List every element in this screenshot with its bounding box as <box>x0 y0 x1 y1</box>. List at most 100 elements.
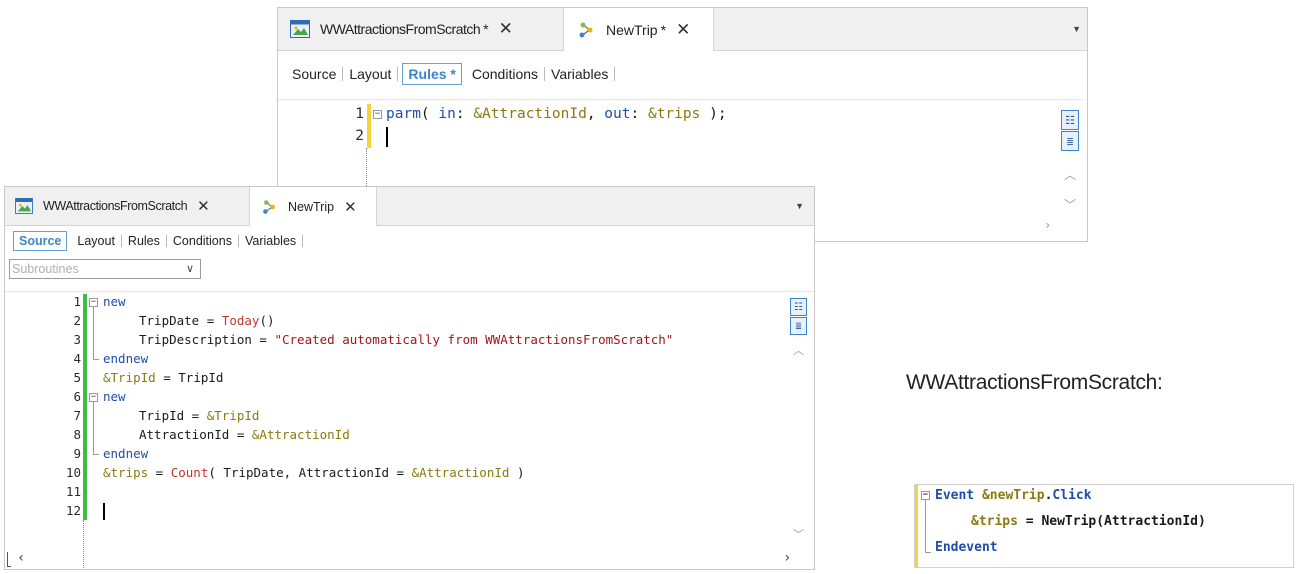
top-subtabs: Source Layout Rules * Conditions Variabl… <box>278 60 1087 88</box>
line-number: 11 <box>65 484 81 499</box>
scroll-down-icon[interactable]: ﹀ <box>793 526 804 542</box>
subtab-rules[interactable]: Rules * <box>402 63 462 85</box>
close-icon[interactable]: ✕ <box>499 19 513 39</box>
code-line-7: TripId = &TripId <box>139 408 260 423</box>
variable-trips: &trips <box>971 514 1018 529</box>
subtab-conditions[interactable]: Conditions <box>167 235 239 248</box>
subtab-source[interactable]: Source <box>13 230 68 252</box>
fold-end <box>925 552 931 553</box>
line-number: 8 <box>73 427 81 442</box>
resize-grip-base <box>7 566 11 567</box>
scroll-up-icon[interactable]: ︿ <box>1064 166 1076 183</box>
variable-attractionid: &AttractionId <box>473 106 587 122</box>
subroutines-placeholder: Subroutines <box>12 262 79 276</box>
variable-tripid: &TripId <box>103 370 156 385</box>
string-literal: "Created automatically from WWAttraction… <box>274 332 674 347</box>
bottom-vertical-scrollbar[interactable]: ☷ ≣ ︿ ﹀ <box>787 292 811 547</box>
subtab-layout[interactable]: Layout <box>343 67 399 81</box>
keyword-endnew: endnew <box>103 351 149 366</box>
web-panel-icon <box>290 20 310 38</box>
fold-toggle-icon[interactable]: − <box>89 298 98 307</box>
line-number: 6 <box>73 389 81 404</box>
variable-tripid: &TripId <box>206 408 260 423</box>
fold-toggle-icon[interactable]: − <box>373 110 382 119</box>
top-tab-strip: WWAttractionsFromScratch * ✕ NewTrip * ✕… <box>278 8 1087 51</box>
bottom-code-editor[interactable]: 1 2 3 4 5 6 7 8 9 10 11 12 − − new TripD… <box>5 291 814 569</box>
subtab-conditions[interactable]: Conditions <box>466 67 546 81</box>
keyword-parm: parm <box>386 106 421 122</box>
bottom-subtabs: Source Layout Rules Conditions Variables <box>5 229 814 253</box>
code-line-2: TripDate = Today() <box>139 313 275 328</box>
subtab-variables[interactable]: Variables <box>545 67 616 81</box>
subtab-source[interactable]: Source <box>286 67 344 81</box>
subtab-rules[interactable]: Rules <box>122 235 167 248</box>
variable-trips: &trips <box>103 465 149 480</box>
line-number: 12 <box>65 503 81 518</box>
tab-overflow-chevron-icon[interactable]: ▼ <box>1072 24 1081 34</box>
fold-guide <box>925 500 926 552</box>
code-line-4: endnew <box>103 351 148 366</box>
tab-newtrip[interactable]: NewTrip ✕ <box>249 187 377 226</box>
scroll-right-icon[interactable]: › <box>783 550 791 566</box>
line-number: 3 <box>73 332 81 347</box>
horizontal-scrollbar[interactable]: ‹ › <box>5 550 811 568</box>
event-line-3: Endevent <box>935 540 998 555</box>
bottom-editor-window: WWAttractionsFromScratch ✕ NewTrip ✕ ▼ S… <box>4 186 815 570</box>
event-code-snippet: − Event &newTrip.Click &trips = NewTrip(… <box>914 484 1294 568</box>
keyword-new: new <box>103 389 126 404</box>
fold-toggle-icon[interactable]: − <box>89 393 98 402</box>
scroll-right-icon[interactable]: › <box>1044 218 1051 232</box>
tab-wwattractionsfromscratch[interactable]: WWAttractionsFromScratch ✕ <box>5 187 249 225</box>
fold-end <box>93 359 99 360</box>
line-number: 1 <box>355 106 364 122</box>
fold-guide <box>93 307 94 359</box>
modified-marker: * <box>660 21 667 38</box>
tab-overflow-chevron-icon[interactable]: ▼ <box>795 201 804 211</box>
subroutines-dropdown[interactable]: Subroutines ∨ <box>9 259 201 279</box>
subtab-variables[interactable]: Variables <box>239 235 304 248</box>
outline-icon[interactable]: ☷ <box>790 298 807 316</box>
code-line-1: parm( in: &AttractionId, out: &trips ); <box>386 106 727 122</box>
keyword-endevent: Endevent <box>935 540 998 555</box>
line-number: 2 <box>355 128 364 144</box>
line-number: 10 <box>65 465 81 480</box>
caption-label: WWAttractionsFromScratch: <box>906 371 1163 394</box>
fold-toggle-icon[interactable]: − <box>921 491 930 500</box>
keyword-click: Click <box>1052 488 1092 503</box>
scroll-down-icon[interactable]: ﹀ <box>1064 196 1076 213</box>
keyword-in: in <box>438 106 456 122</box>
top-vertical-scrollbar[interactable]: ☷ ≣ ︿ ﹀ <box>1058 100 1083 212</box>
chevron-down-icon: ∨ <box>185 263 194 275</box>
edit-marker <box>915 485 918 567</box>
tab-label: WWAttractionsFromScratch <box>43 199 188 213</box>
close-icon[interactable]: ✕ <box>344 198 357 216</box>
variable-trips: &trips <box>647 106 701 122</box>
subtab-layout[interactable]: Layout <box>71 235 122 248</box>
outline-icon[interactable]: ☷ <box>1061 110 1079 130</box>
resize-grip <box>7 552 8 566</box>
procedure-icon <box>260 198 278 216</box>
variable-attractionid: &AttractionId <box>411 465 510 480</box>
format-icon[interactable]: ≣ <box>790 317 807 335</box>
code-line-3: TripDescription = "Created automatically… <box>139 332 674 347</box>
close-icon[interactable]: ✕ <box>676 20 690 40</box>
line-number: 1 <box>73 294 81 309</box>
keyword-event: Event <box>935 488 975 503</box>
bottom-tab-strip: WWAttractionsFromScratch ✕ NewTrip ✕ ▼ <box>5 187 814 226</box>
tab-wwattractionsfromscratch[interactable]: WWAttractionsFromScratch * ✕ <box>278 8 563 50</box>
tab-newtrip[interactable]: NewTrip * ✕ <box>563 8 714 51</box>
text-caret <box>386 127 388 147</box>
variable-attractionid: &AttractionId <box>251 427 350 442</box>
scroll-left-icon[interactable]: ‹ <box>17 550 25 566</box>
line-number: 2 <box>73 313 81 328</box>
procedure-icon <box>576 20 596 40</box>
close-icon[interactable]: ✕ <box>197 197 210 215</box>
event-line-2: &trips = NewTrip(AttractionId) <box>971 514 1206 529</box>
scroll-up-icon[interactable]: ︿ <box>793 342 804 358</box>
web-panel-icon <box>15 198 33 214</box>
line-number: 4 <box>73 351 81 366</box>
fold-guide <box>93 402 94 454</box>
event-line-1: Event &newTrip.Click <box>935 488 1092 503</box>
format-icon[interactable]: ≣ <box>1061 131 1079 151</box>
code-line-6: new <box>103 389 126 404</box>
